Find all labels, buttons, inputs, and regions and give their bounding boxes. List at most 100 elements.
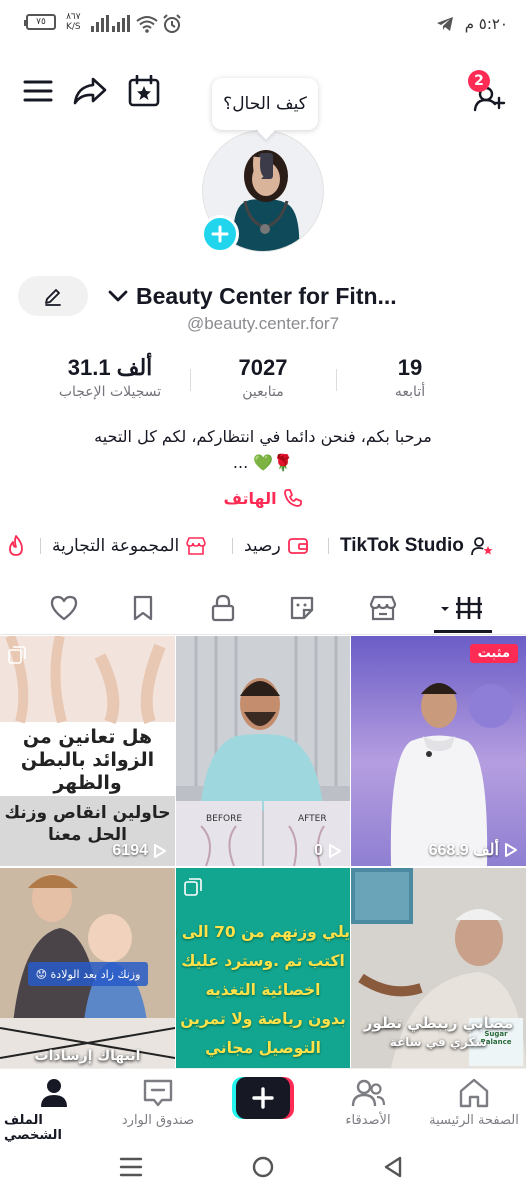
caption-line: هل تعانين من [22,726,153,748]
system-navigation [0,1138,526,1198]
likes-label: تسجيلات الإعجاب [58,384,162,400]
phone-icon [283,489,302,507]
plus-icon [211,225,229,243]
tab-liked[interactable] [34,585,94,631]
nav-home[interactable]: الصفحة الرئيسية [424,1077,524,1128]
create-button[interactable] [232,1077,294,1119]
phone-link[interactable]: الهاتف [0,488,526,508]
net-speed: ٨٦٧ K/S [66,12,81,32]
video-thumbnail[interactable]: هل تعانين من الزوائد بالبطن والظهر حاولي… [0,636,175,866]
followers-label: متابعين [242,384,284,400]
add-story-button[interactable] [201,215,239,253]
chevron-down-icon [108,290,128,302]
video-thumbnail[interactable]: وزنك زاد بعد الولادة 😟 انتهاك إرشادات [0,868,175,1068]
nav-inbox-label: صندوق الوارد [121,1113,195,1128]
tiktok-studio-link[interactable]: TikTok Studio [340,530,494,562]
profile-links: TikTok Studio رصيد المجموعة التجارية [0,530,526,562]
edit-profile-button[interactable] [18,276,88,316]
followers-stat[interactable]: 7027 متابعين [183,355,343,400]
status-bubble[interactable]: كيف الحال؟ [212,78,318,130]
nav-profile[interactable]: الملف الشخصي [4,1077,104,1143]
caption-line: مصابي زيبطي تطور [363,1014,514,1032]
video-thumbnail[interactable]: يلي وزنهم من 70 الى 80 اكتب تم .وسترد عل… [176,868,350,1068]
tabs-divider [0,634,526,635]
battery-level: ٧٥ [36,17,46,27]
pinned-badge: مثبت [469,644,518,663]
following-stat[interactable]: 19 أتابعه [330,355,490,400]
creator-icon [470,537,493,556]
video-caption-overlay: وزنك زاد بعد الولادة 😟 [28,962,148,986]
followers-count: 7027 [238,355,288,380]
before-label: BEFORE [206,814,243,824]
recents-icon [119,1157,143,1177]
heart-icon [50,595,78,621]
video-thumbnail-pinned[interactable]: مثبت 668.9 ألف [351,636,526,866]
links-divider [40,538,41,554]
bio-line: 🌹💚 ... [232,453,294,472]
business-label: المجموعة التجارية [52,536,180,556]
alarm-icon [162,14,182,34]
overlay-caption: هل تعانين من الزوائد بالبطن والظهر [0,726,175,795]
active-tab-indicator [434,630,492,633]
content-tabs [0,585,526,635]
nav-friends[interactable]: الأصدقاء [318,1077,418,1128]
tab-favorites[interactable] [113,585,173,631]
bio[interactable]: مرحبا بكم، فنحن دائما في انتظاركم، لكم ك… [40,424,486,476]
following-count: 19 [397,355,423,380]
likes-count: 31.1 ألف [67,355,153,380]
wallet-icon [287,538,308,554]
battery-icon: ٧٥ [24,14,56,30]
overlay-caption: يلي وزنهم من 70 الى 80 اكتب تم .وسترد عل… [176,918,350,1063]
video-thumbnail[interactable]: BEFORE AFTER 0 [176,636,350,866]
circle-home-icon [252,1156,274,1178]
caption-line: اكتب تم .وسترد عليك [181,952,345,970]
guideline-violation-label: انتهاك إرشادات [34,1048,141,1064]
pencil-icon [45,289,61,306]
promote-link[interactable] [6,530,26,562]
caption-line: حاولين انقاص وزنك [4,803,171,823]
tab-shop[interactable] [353,585,413,631]
home-system-button[interactable] [251,1155,275,1179]
tiktok-studio-label: TikTok Studio [340,535,464,556]
caption-line: والظهر [53,772,122,794]
phone-label: الهاتف [223,488,277,508]
caption-line: بدون رياضة ولا تمرين [180,1010,346,1028]
status-time: ٥:٢٠ م [464,15,508,33]
overlay-caption: مصابي زيبطي تطور سكري في ساعة [351,1014,526,1052]
video-thumbnail[interactable]: Sugar Balance مصابي زيبطي تطور سكري في س… [351,868,526,1068]
caption-line: اخصائية التغذيه [205,981,321,999]
back-button[interactable] [382,1155,404,1179]
menu-icon[interactable] [22,76,54,106]
account-switcher[interactable]: Beauty Center for Fitn... [108,280,518,312]
lock-icon [211,594,235,622]
likes-stat[interactable]: 31.1 ألف تسجيلات الإعجاب [30,355,190,400]
tab-reposts[interactable] [272,585,332,631]
play-icon [154,844,166,858]
view-count: 0 [176,842,350,860]
nav-inbox[interactable]: صندوق الوارد [108,1077,208,1128]
caption-line: يلي وزنهم من 70 الى 80 [176,923,350,941]
video-image [390,683,513,866]
business-suite-link[interactable]: المجموعة التجارية [52,530,207,562]
tab-videos[interactable] [432,585,492,631]
display-name: Beauty Center for Fitn... [136,282,397,309]
caption-line: التوصيل مجاني [205,1039,321,1057]
carousel-icon [184,878,202,896]
net-speed-unit: K/S [66,22,81,32]
play-icon [505,843,517,857]
add-friend-button[interactable]: 2 [468,70,508,112]
back-triangle-icon [384,1156,402,1178]
telegram-icon [436,16,454,32]
share-icon[interactable] [72,74,108,108]
balance-link[interactable]: رصيد [244,530,309,562]
signal-icon [90,15,130,33]
calendar-star-icon[interactable] [126,74,162,108]
recent-apps-button[interactable] [118,1156,144,1178]
caption-line: الزوائد بالبطن [20,749,155,771]
balance-label: رصيد [244,536,281,556]
overlay-caption: حاولين انقاص وزنك الحل معنا [0,802,175,846]
view-count-value: 0 [314,842,323,859]
plus-icon [252,1087,274,1109]
tab-private[interactable] [193,585,253,631]
view-count-value: 668.9 ألف [428,842,499,859]
